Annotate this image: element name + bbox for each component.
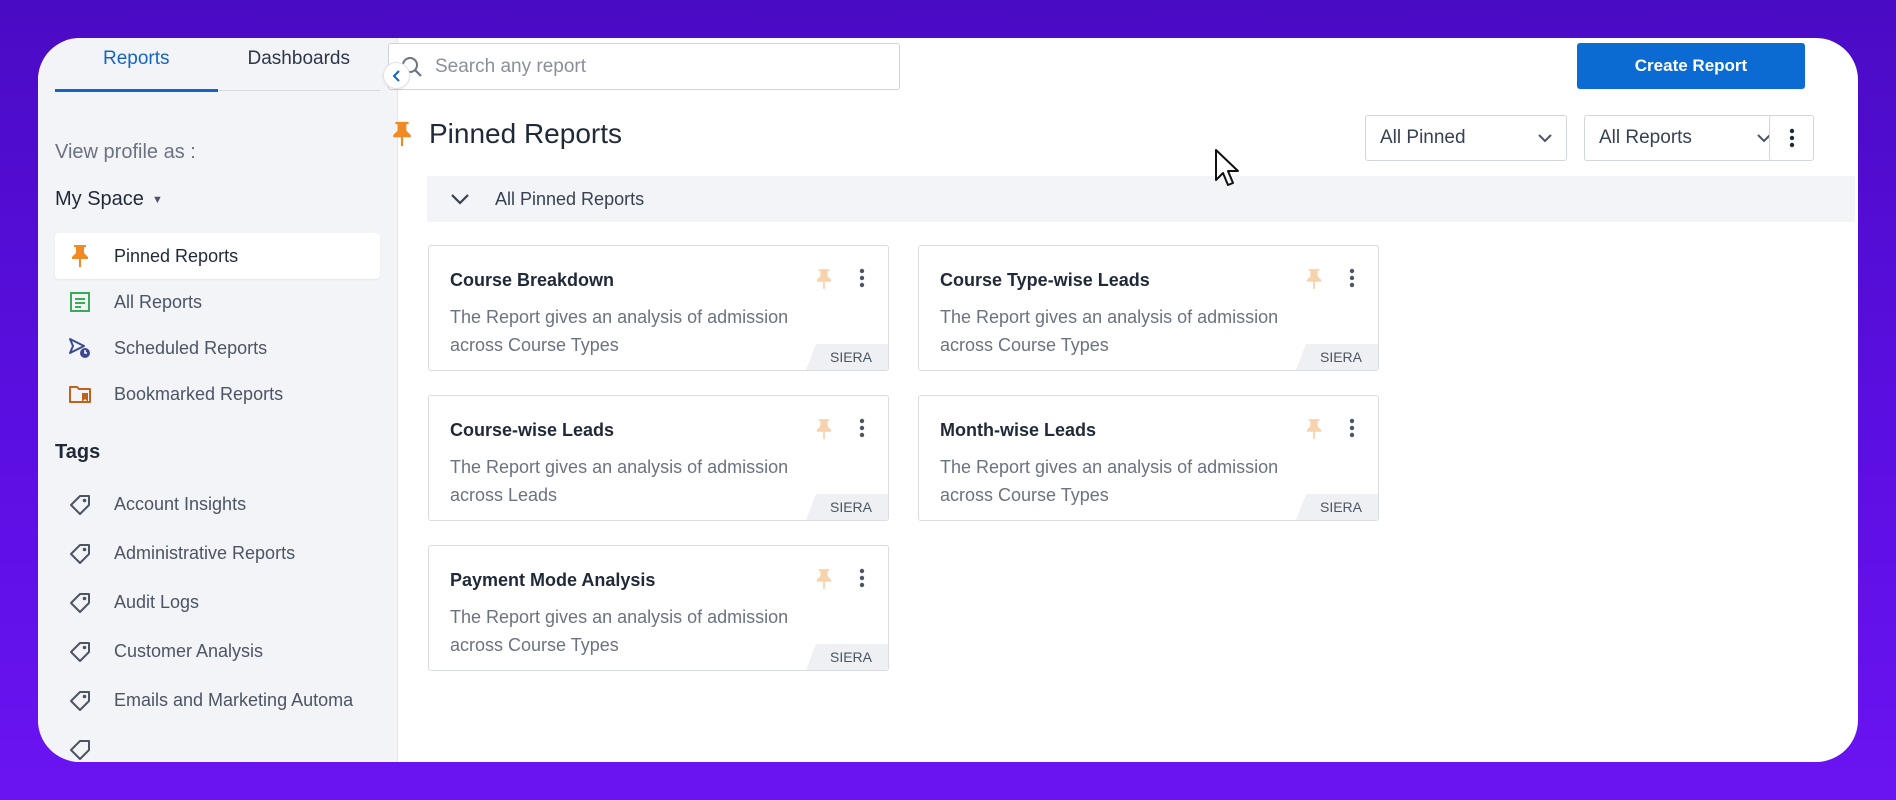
kebab-menu-icon[interactable] [1349, 418, 1355, 438]
create-report-button[interactable]: Create Report [1577, 43, 1805, 89]
chevron-down-icon [1538, 133, 1552, 142]
card-title: Course Type-wise Leads [940, 270, 1150, 290]
kebab-menu-icon[interactable] [859, 268, 865, 288]
pin-icon[interactable] [815, 268, 833, 290]
card-title: Payment Mode Analysis [450, 570, 656, 590]
chevron-left-icon [392, 69, 400, 82]
main-area: Create Report Pinned Reports All Pinned … [0, 38, 1896, 762]
report-card[interactable]: Course Type-wise Leads The Report gives … [918, 245, 1379, 371]
report-card[interactable]: Payment Mode Analysis The Report gives a… [428, 545, 889, 671]
select-value: All Reports [1599, 127, 1692, 148]
card-title: Course-wise Leads [450, 420, 615, 440]
card-description: The Report gives an analysis of admissio… [940, 307, 1279, 355]
source-badge: SIERA [1295, 494, 1378, 520]
search-box[interactable] [388, 43, 900, 90]
chevron-down-icon [451, 193, 469, 205]
card-description: The Report gives an analysis of admissio… [450, 607, 789, 655]
pin-icon [393, 121, 411, 147]
report-card[interactable]: Course-wise Leads The Report gives an an… [428, 395, 889, 521]
report-card[interactable]: Course Breakdown The Report gives an ana… [428, 245, 889, 371]
kebab-menu-icon[interactable] [859, 418, 865, 438]
card-title: Month-wise Leads [940, 420, 1097, 440]
section-toggle[interactable]: All Pinned Reports [427, 176, 1855, 222]
card-description: The Report gives an analysis of admissio… [940, 457, 1279, 505]
page-header: Pinned Reports [391, 118, 622, 150]
pin-icon[interactable] [1305, 268, 1323, 290]
pinned-filter-select[interactable]: All Pinned [1365, 115, 1567, 161]
kebab-menu-icon[interactable] [1349, 268, 1355, 288]
collapse-sidebar-button[interactable] [383, 62, 410, 89]
page-title: Pinned Reports [429, 118, 623, 149]
source-badge: SIERA [1295, 344, 1378, 370]
card-description: The Report gives an analysis of admissio… [450, 307, 789, 355]
section-label: All Pinned Reports [495, 188, 645, 209]
pin-icon[interactable] [1305, 418, 1323, 440]
pin-icon[interactable] [815, 568, 833, 590]
kebab-menu-icon[interactable] [859, 568, 865, 588]
source-badge: SIERA [805, 344, 888, 370]
pin-icon[interactable] [815, 418, 833, 440]
card-title: Course Breakdown [450, 270, 615, 290]
mouse-cursor-icon [1215, 149, 1239, 186]
card-description: The Report gives an analysis of admissio… [450, 457, 789, 505]
source-badge: SIERA [805, 644, 888, 670]
reports-filter-select[interactable]: All Reports [1584, 115, 1786, 161]
select-value: All Pinned [1380, 127, 1466, 148]
kebab-menu-icon [1789, 128, 1794, 148]
search-input[interactable] [435, 55, 875, 78]
more-options-button[interactable] [1769, 115, 1814, 161]
source-badge: SIERA [805, 494, 888, 520]
report-card[interactable]: Month-wise Leads The Report gives an ana… [918, 395, 1379, 521]
